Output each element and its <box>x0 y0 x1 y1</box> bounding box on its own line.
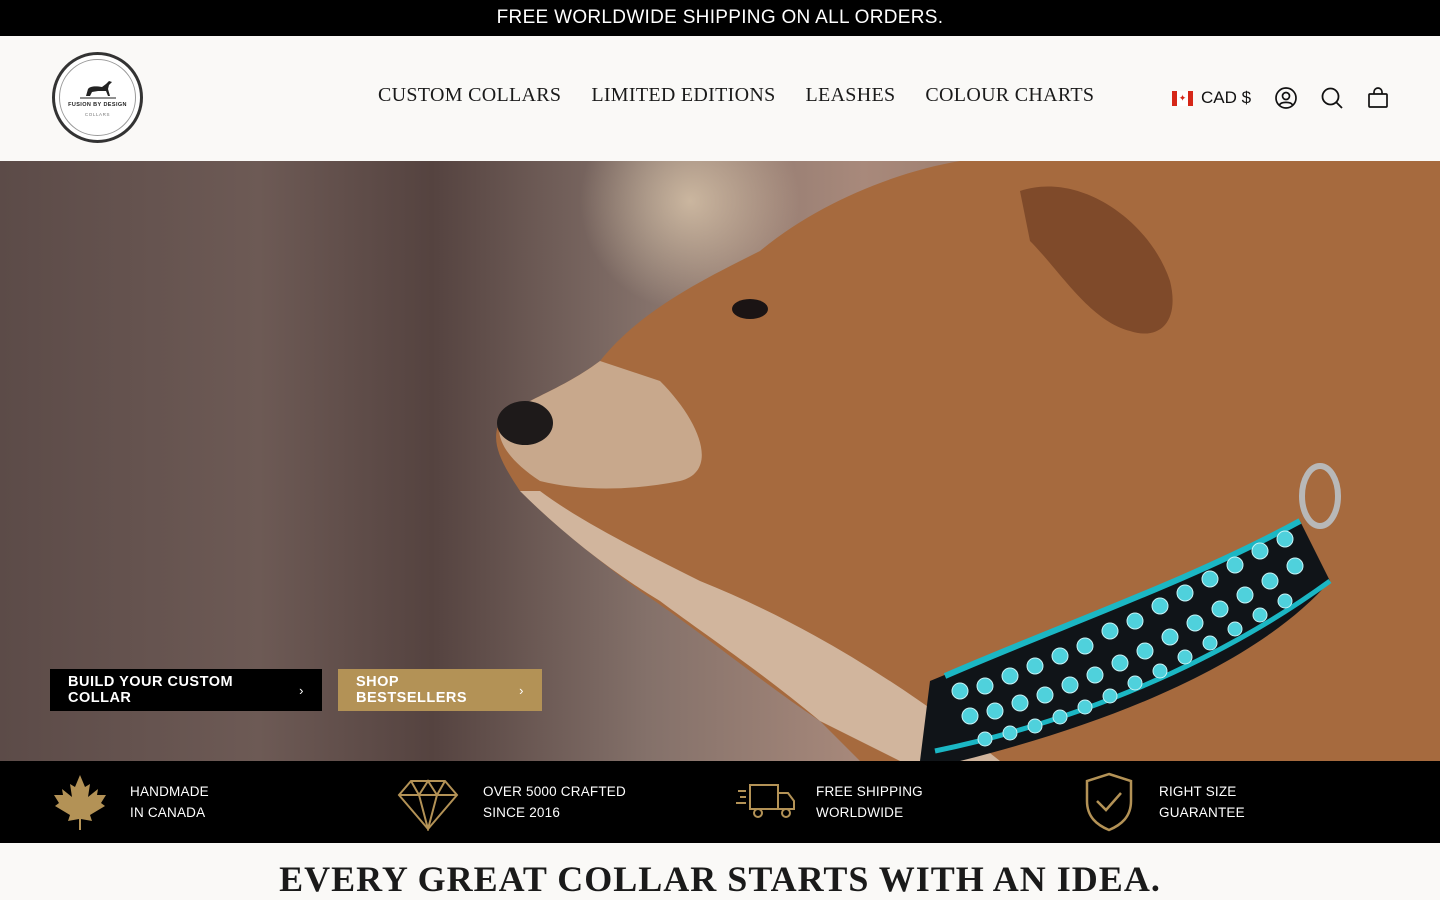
feature-crafted-text: OVER 5000 CRAFTED SINCE 2016 <box>483 784 626 820</box>
greyhound-logo-icon <box>79 81 116 99</box>
feature-handmade: HANDMADE IN CANADA <box>52 761 209 843</box>
chevron-right-icon: › <box>299 682 304 698</box>
shop-bestsellers-label: SHOP BESTSELLERS <box>356 674 468 706</box>
announcement-text: FREE WORLDWIDE SHIPPING ON ALL ORDERS. <box>496 7 944 28</box>
feature-shipping-text: FREE SHIPPING WORLDWIDE <box>816 784 923 820</box>
diamond-icon <box>397 779 459 831</box>
features-bar: HANDMADE IN CANADA OVER 5000 CRAFTED SINCE… <box>0 761 1440 843</box>
site-logo[interactable]: FUSION BY DESIGN COLLARS <box>52 52 143 143</box>
hero-banner: BUILD YOUR CUSTOM COLLAR › SHOP BESTSELL… <box>0 161 1440 761</box>
feature-handmade-text: HANDMADE IN CANADA <box>130 784 209 820</box>
feature-guarantee-text: RIGHT SIZE GUARANTEE <box>1159 784 1245 820</box>
delivery-truck-icon <box>736 784 795 818</box>
logo-sub-text: COLLARS <box>84 112 111 117</box>
main-nav: CUSTOM COLLARS LIMITED EDITIONS LEASHES … <box>378 84 1094 107</box>
currency-label: CAD $ <box>1201 88 1252 107</box>
search-icon[interactable] <box>1320 86 1344 110</box>
canada-flag-icon: ✦ <box>1172 90 1193 106</box>
shield-check-icon <box>1085 772 1133 832</box>
nav-leashes[interactable]: LEASHES <box>806 84 896 107</box>
chevron-right-icon: › <box>519 682 524 698</box>
currency-selector[interactable]: ✦ CAD $ <box>1172 88 1251 108</box>
section-headline: EVERY GREAT COLLAR STARTS WITH AN IDEA. <box>279 859 1161 899</box>
account-icon[interactable] <box>1274 86 1298 110</box>
nav-colour-charts[interactable]: COLOUR CHARTS <box>925 84 1094 107</box>
build-custom-collar-button[interactable]: BUILD YOUR CUSTOM COLLAR › <box>50 669 322 711</box>
shop-bestsellers-button[interactable]: SHOP BESTSELLERS › <box>338 669 542 711</box>
nav-custom-collars[interactable]: CUSTOM COLLARS <box>378 84 561 107</box>
logo-brand-text: FUSION BY DESIGN <box>68 102 127 108</box>
feature-guarantee: RIGHT SIZE GUARANTEE <box>1083 761 1245 843</box>
nav-limited-editions[interactable]: LIMITED EDITIONS <box>591 84 775 107</box>
cart-icon[interactable] <box>1366 86 1390 110</box>
build-custom-collar-label: BUILD YOUR CUSTOM COLLAR <box>68 674 234 706</box>
feature-crafted: OVER 5000 CRAFTED SINCE 2016 <box>397 761 626 843</box>
maple-leaf-icon <box>54 775 106 830</box>
announcement-bar: FREE WORLDWIDE SHIPPING ON ALL ORDERS. <box>0 0 1440 36</box>
feature-shipping: FREE SHIPPING WORLDWIDE <box>736 761 923 843</box>
site-header: FUSION BY DESIGN COLLARS CUSTOM COLLARS … <box>0 36 1440 161</box>
